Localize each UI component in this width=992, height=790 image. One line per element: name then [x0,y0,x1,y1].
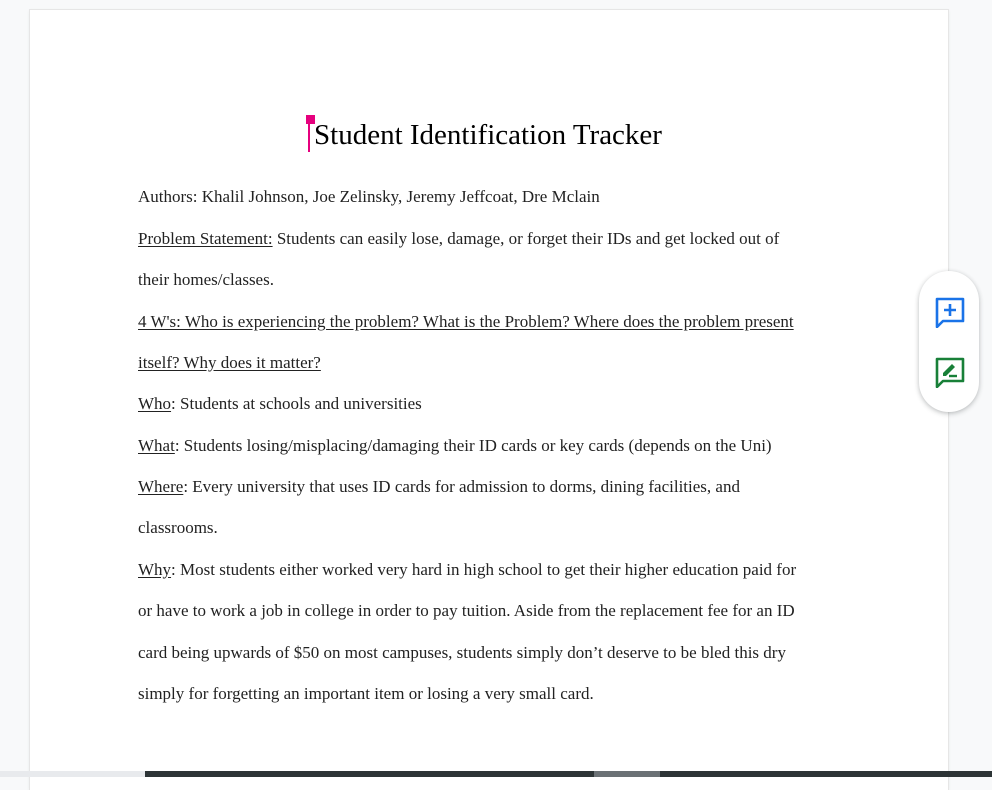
scrollbar-thumb[interactable] [594,771,660,777]
what-text: : Students losing/misplacing/damaging th… [174,436,772,455]
why-line-continuation-2: card being upwards of $50 on most campus… [138,643,786,662]
add-comment-button[interactable] [933,295,967,329]
problem-statement-line: Problem Statement: Students can easily l… [138,228,779,250]
add-comment-icon [935,297,965,328]
horizontal-scrollbar[interactable] [145,771,992,777]
suggest-edit-button[interactable] [933,355,967,389]
four-ws-heading-continuation: itself? Why does it matter? [138,353,321,372]
side-action-panel [919,271,979,412]
why-line-continuation-3: simply for forgetting an important item … [138,684,594,703]
who-text: : Students at schools and universities [171,394,422,413]
where-label: Where [138,477,184,496]
why-text: : Most students either worked very hard … [171,560,797,579]
why-label: Why [138,560,172,579]
why-line: Why: Most students either worked very ha… [138,559,796,581]
document-title: Student Identification Tracker [314,119,662,151]
where-line-continuation: classrooms. [138,518,218,537]
authors-line: Authors: Khalil Johnson, Joe Zelinsky, J… [138,187,600,206]
what-line: What: Students losing/misplacing/damagin… [138,435,772,457]
bottom-bar-left [0,771,145,777]
problem-statement-continuation: their homes/classes. [138,270,274,289]
where-line: Where: Every university that uses ID car… [138,476,740,498]
problem-statement-text: Students can easily lose, damage, or for… [272,229,780,248]
suggest-edit-icon [935,357,965,388]
what-label: What [138,436,175,455]
where-text: : Every university that uses ID cards fo… [183,477,740,496]
who-label: Who [138,394,172,413]
four-ws-heading: 4 W's: Who is experiencing the problem? … [138,312,794,331]
who-line: Who: Students at schools and universitie… [138,393,422,415]
problem-statement-label: Problem Statement: [138,229,273,248]
why-line-continuation-1: or have to work a job in college in orde… [138,601,795,620]
